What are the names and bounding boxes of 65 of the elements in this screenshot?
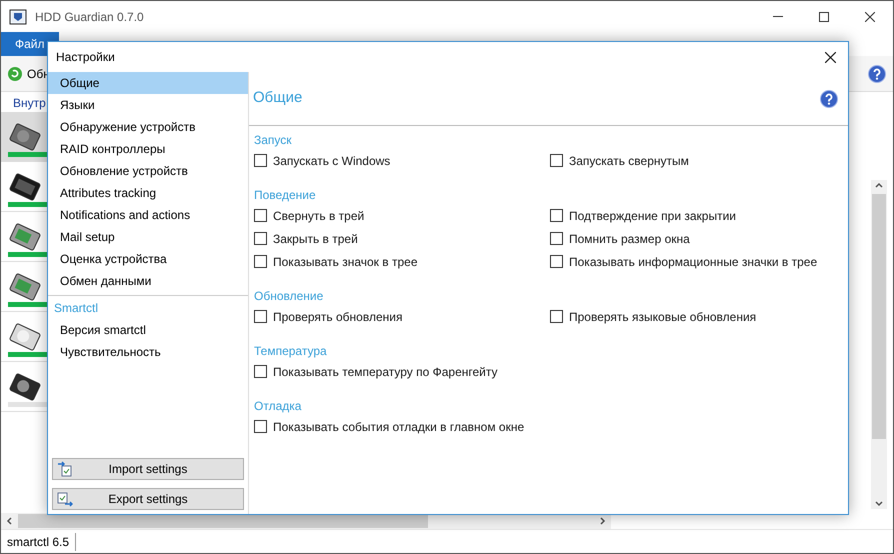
- close-icon[interactable]: [865, 12, 875, 22]
- checkbox[interactable]: [254, 420, 267, 433]
- section-heading: Обновление: [254, 288, 324, 305]
- vertical-scrollbar[interactable]: [871, 180, 887, 509]
- settings-category[interactable]: Обновление устройств: [48, 160, 248, 182]
- option-label: Закрыть в трей: [273, 230, 358, 248]
- app-icon: [9, 8, 27, 26]
- option-label: Проверять языковые обновления: [569, 308, 756, 326]
- group-heading: Smartctl: [53, 300, 100, 317]
- page-heading: Общие: [253, 88, 302, 108]
- option-label: Свернуть в трей: [273, 208, 364, 224]
- settings-category[interactable]: Notifications and actions: [48, 204, 248, 226]
- checkbox[interactable]: [254, 154, 267, 167]
- checkbox[interactable]: [254, 232, 267, 245]
- scroll-right-icon[interactable]: [598, 516, 608, 526]
- export-icon: [57, 491, 73, 507]
- option-label: Помнить размер окна: [569, 230, 690, 248]
- window-title: HDD Guardian 0.7.0: [35, 8, 144, 26]
- option-label: Запускать свернутым: [569, 152, 689, 170]
- option-label: Показывать события отладки в главном окне: [273, 418, 524, 436]
- settings-category[interactable]: Обнаружение устройств: [48, 116, 248, 138]
- import-button[interactable]: Import settings: [52, 458, 244, 480]
- settings-category[interactable]: Attributes tracking: [48, 182, 248, 204]
- checkbox[interactable]: [550, 209, 563, 222]
- section-heading: Температура: [254, 343, 328, 360]
- section-heading: Отладка: [254, 398, 302, 415]
- scroll-thumb[interactable]: [18, 514, 428, 528]
- drive-item[interactable]: [1, 112, 49, 162]
- scroll-down-icon[interactable]: [874, 499, 884, 509]
- checkbox[interactable]: [254, 209, 267, 222]
- settings-category[interactable]: RAID контроллеры: [48, 138, 248, 160]
- section-heading: Поведение: [254, 187, 317, 204]
- settings-category[interactable]: Общие: [48, 72, 248, 94]
- checkbox[interactable]: [254, 310, 267, 323]
- settings-category[interactable]: Mail setup: [48, 226, 248, 248]
- option-label: Подтверждение при закрытии: [569, 208, 736, 224]
- dialog-title: Настройки: [56, 49, 115, 66]
- help-icon[interactable]: [820, 90, 838, 108]
- help-icon[interactable]: [868, 64, 886, 82]
- settings-category[interactable]: Оценка устройства: [48, 248, 248, 270]
- option-label: Показывать температуру по Фаренгейту: [273, 364, 498, 380]
- settings-category[interactable]: Обмен данными: [48, 270, 248, 292]
- settings-category[interactable]: Языки: [48, 94, 248, 116]
- scroll-up-icon[interactable]: [874, 180, 884, 190]
- section-heading: Запуск: [254, 132, 293, 149]
- option-label: Показывать информационные значки в трее: [569, 254, 818, 270]
- checkbox[interactable]: [254, 365, 267, 378]
- option-label: Показывать значок в трее: [273, 254, 418, 270]
- scroll-thumb[interactable]: [872, 194, 886, 439]
- checkbox[interactable]: [550, 232, 563, 245]
- close-icon[interactable]: [825, 52, 836, 62]
- checkbox[interactable]: [550, 255, 563, 268]
- import-icon: [57, 461, 73, 477]
- option-label: Проверять обновления: [273, 308, 402, 326]
- settings-category[interactable]: Версия smartctl: [48, 319, 248, 341]
- checkbox[interactable]: [254, 255, 267, 268]
- checkbox[interactable]: [550, 154, 563, 167]
- export-button[interactable]: Export settings: [52, 488, 244, 510]
- settings-category[interactable]: Чувствительность: [48, 341, 248, 363]
- status-text: smartctl 6.5: [1, 532, 76, 550]
- refresh-icon: [7, 66, 23, 82]
- scroll-left-icon[interactable]: [4, 516, 14, 526]
- tab[interactable]: Внутр: [1, 94, 46, 112]
- option-label: Запускать с Windows: [273, 152, 390, 170]
- checkbox[interactable]: [550, 310, 563, 323]
